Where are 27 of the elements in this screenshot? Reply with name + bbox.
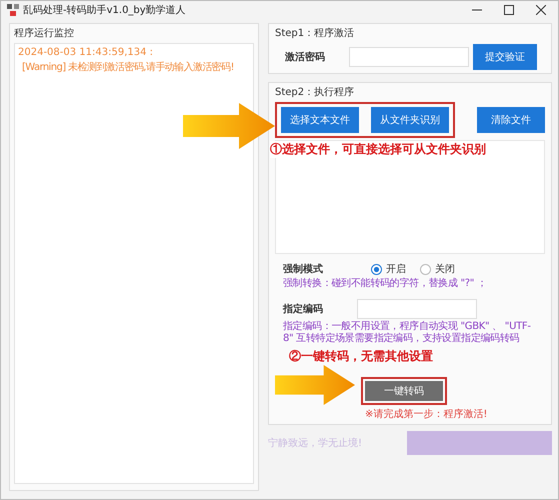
clear-button[interactable]: 清除文件: [477, 107, 545, 133]
log-timestamp: 2024-08-03 11:43:59,134 :: [18, 47, 154, 58]
radio-option[interactable]: 关闭: [420, 262, 455, 276]
radio-option[interactable]: 开启: [371, 262, 406, 276]
warning-text: ※请完成第一步：程序激活!: [364, 408, 488, 420]
motto-text: 宁静致远，学无止境!: [268, 436, 362, 450]
field-label: 指定编码: [283, 302, 324, 316]
annotation-text: ②一键转码，无需其他设置: [288, 348, 434, 364]
group-title: Step2：执行程序: [275, 86, 356, 99]
annotation-text: ①选择文件，可直接选择可从文件夹识别: [270, 141, 486, 158]
window-title: 乱码处理-转码助手v1.0_by勤学道人: [23, 4, 186, 17]
submit-button[interactable]: 提交验证: [473, 44, 537, 70]
close-icon[interactable]: [536, 5, 546, 15]
maximize-icon[interactable]: [504, 5, 514, 15]
log-message: [Warning] 未检测到激活密码,请手动输入激活密码!: [21, 60, 235, 74]
file-button[interactable]: 选择文本文件: [281, 107, 359, 133]
hint-text: 指定编码：一般不用设置，程序自动实现 "GBK" 、 "UTF-8" 互转特定场景需要指定编码，支持设置指定编码转码: [282, 320, 532, 346]
app-icon: [7, 4, 19, 16]
convert-button[interactable]: 一键转码: [365, 380, 443, 400]
password-field[interactable]: [349, 47, 469, 67]
hint-text: 强制转换：碰到不能转码的字符，替换成 "?" ；: [282, 276, 488, 291]
group-title: Step1：程序激活: [275, 26, 356, 40]
panel-title: 程序运行监控: [14, 26, 75, 40]
file-button[interactable]: 从文件夹识别: [371, 107, 449, 133]
encoding-field[interactable]: [357, 298, 477, 318]
field-label: 强制模式: [283, 262, 324, 276]
field-label: 激活密码: [285, 50, 326, 64]
